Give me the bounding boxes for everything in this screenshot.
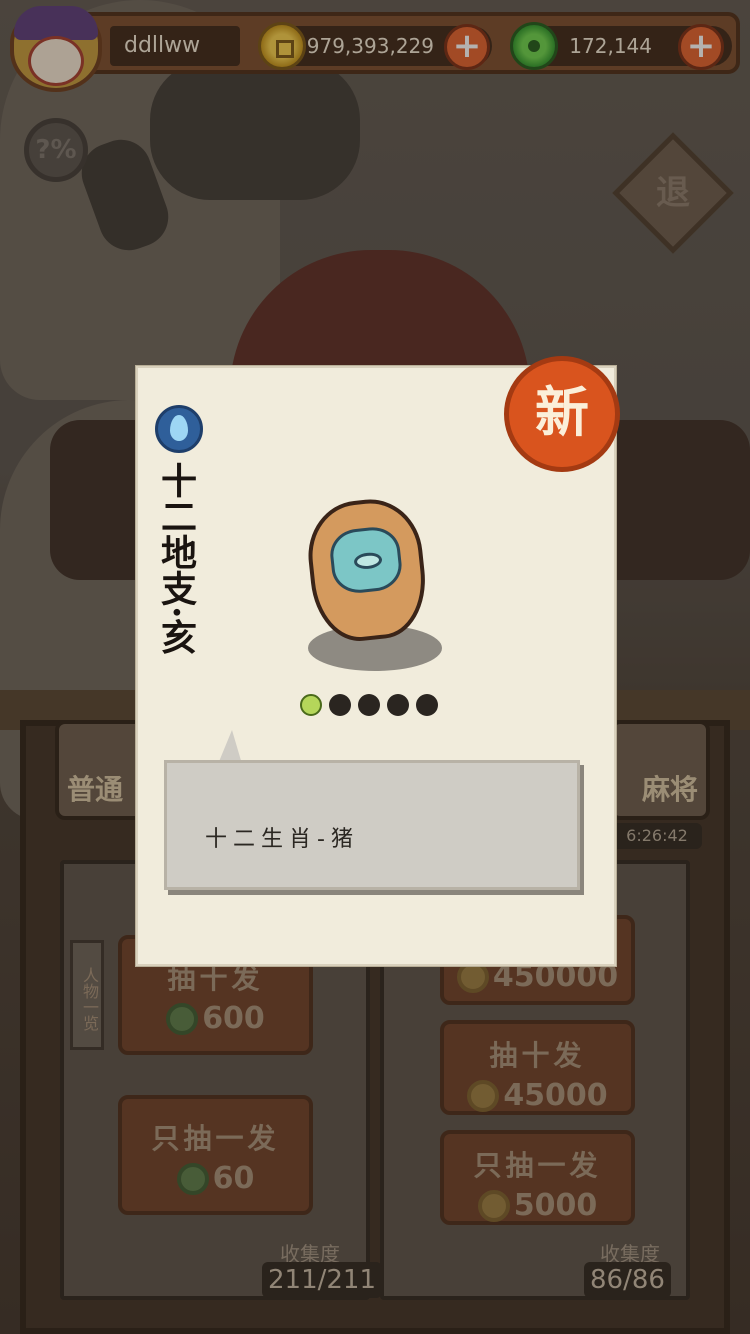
new-badge: 新 (504, 356, 620, 472)
card-description: 十二生肖-猪 (205, 827, 359, 852)
pig-snout-icon (353, 551, 383, 571)
rarity-star-empty-icon (416, 694, 438, 716)
description-bubble: 十二生肖-猪 (164, 760, 580, 890)
rarity-star-filled-icon (300, 694, 322, 716)
rarity-star-empty-icon (387, 694, 409, 716)
rarity-stars (300, 694, 438, 716)
speech-bubble-tail (218, 730, 242, 764)
rarity-star-empty-icon (329, 694, 351, 716)
water-drop-icon (155, 405, 203, 453)
card-title: 十二地支·亥 (155, 462, 197, 655)
rarity-star-empty-icon (358, 694, 380, 716)
